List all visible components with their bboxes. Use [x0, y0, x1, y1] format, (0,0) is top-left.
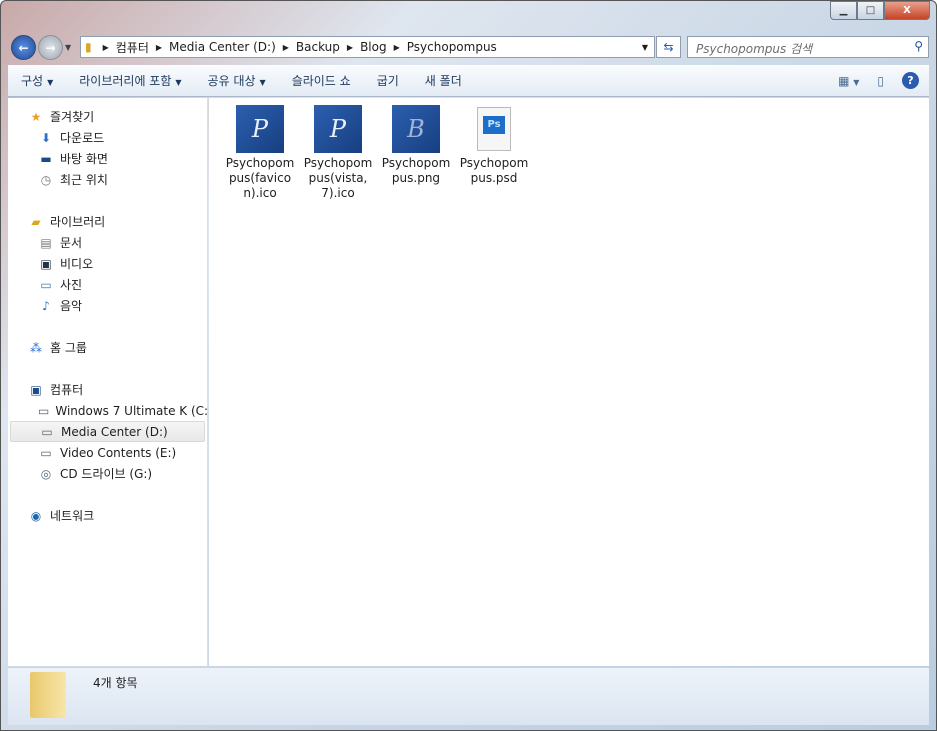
file-item[interactable]: B Psychopompus.png	[380, 105, 452, 186]
forward-button[interactable]: →	[38, 35, 63, 60]
minimize-button[interactable]: ▁	[830, 1, 857, 20]
network-icon: ◉	[30, 508, 42, 523]
star-icon: ★	[30, 109, 42, 124]
preview-pane-icon[interactable]: ▯	[877, 74, 884, 88]
photoshop-file-icon: Ps	[477, 107, 511, 151]
sidebar-item-recent[interactable]: ◷ 최근 위치	[8, 169, 207, 190]
share-with-button[interactable]: 공유 대상 ▼	[195, 72, 279, 89]
system-drive-icon: ▭	[38, 403, 50, 418]
sidebar-item-drive-c[interactable]: ▭ Windows 7 Ultimate K (C:)	[8, 400, 213, 421]
include-library-button[interactable]: 라이브러리에 포함 ▼	[66, 72, 194, 89]
refresh-icon: ⇆	[663, 40, 674, 54]
cd-drive-icon: ◎	[40, 466, 52, 481]
maximize-button[interactable]: □	[857, 1, 884, 20]
breadcrumb-current[interactable]: Psychopompus	[407, 40, 497, 54]
desktop-icon: ▬	[40, 151, 52, 166]
sidebar-item-videos[interactable]: ▣ 비디오	[8, 253, 207, 274]
drive-icon: ▭	[40, 445, 52, 460]
refresh-button[interactable]: ⇆	[656, 36, 681, 58]
file-name: Psychopompus(favicon).ico	[225, 156, 295, 200]
documents-icon: ▤	[40, 235, 52, 250]
sidebar-item-music[interactable]: ♪ 음악	[8, 295, 207, 316]
music-icon: ♪	[42, 298, 50, 313]
search-input[interactable]: Psychopompus 검색 ⚲	[687, 36, 929, 58]
back-button[interactable]: ←	[11, 35, 36, 60]
caption-buttons: ▁ □ X	[830, 1, 930, 20]
sidebar-item-documents[interactable]: ▤ 문서	[8, 232, 207, 253]
sidebar-item-drive-g[interactable]: ◎ CD 드라이브 (G:)	[8, 463, 207, 484]
breadcrumb-computer[interactable]: 컴퓨터	[116, 39, 149, 56]
downloads-icon: ⬇	[40, 130, 52, 145]
folder-icon	[30, 672, 66, 718]
homegroup-icon: ⁂	[30, 340, 42, 355]
organize-button[interactable]: 구성 ▼	[8, 72, 66, 89]
new-folder-button[interactable]: 새 폴더	[412, 72, 475, 89]
sidebar-computer[interactable]: ▣ 컴퓨터	[8, 379, 207, 400]
recent-pages-dropdown[interactable]: ▼	[65, 43, 71, 52]
sidebar-item-downloads[interactable]: ⬇ 다운로드	[8, 127, 207, 148]
slideshow-button[interactable]: 슬라이드 쇼	[279, 72, 364, 89]
image-thumbnail-icon: P	[314, 105, 362, 153]
burn-button[interactable]: 굽기	[364, 72, 412, 89]
sidebar-homegroup[interactable]: ⁂ 홈 그룹	[8, 337, 207, 358]
help-icon[interactable]: ?	[902, 72, 919, 89]
search-placeholder: Psychopompus 검색	[696, 42, 813, 56]
change-view-icon[interactable]: ▦ ▼	[838, 74, 859, 88]
sidebar-favorites[interactable]: ★ 즐겨찾기	[8, 106, 207, 127]
breadcrumb-blog[interactable]: Blog	[360, 40, 387, 54]
address-dropdown[interactable]: ▼	[642, 43, 648, 52]
explorer-window: ▁ □ X ← → ▼ ▮ ▶ 컴퓨터 ▶ Media Center (D:) ▶ B…	[0, 0, 937, 731]
navigation-pane: ★ 즐겨찾기 ⬇ 다운로드 ▬ 바탕 화면 ◷ 최근 위치 ▰ 라이브러리 ▤ 문서 ▣ 비디…	[8, 98, 213, 666]
sidebar-item-drive-e[interactable]: ▭ Video Contents (E:)	[8, 442, 207, 463]
search-icon[interactable]: ⚲	[914, 39, 923, 53]
folder-icon: ▮	[85, 40, 92, 54]
file-item[interactable]: P Psychopompus(vista,7).ico	[302, 105, 374, 201]
details-pane: 4개 항목	[8, 667, 929, 725]
file-item[interactable]: Ps Psychopompus.psd	[458, 105, 530, 186]
image-thumbnail-icon: B	[392, 105, 440, 153]
arrow-right-icon: →	[45, 40, 56, 55]
drive-icon: ▭	[41, 424, 53, 439]
image-thumbnail-icon: P	[236, 105, 284, 153]
file-item[interactable]: P Psychopompus(favicon).ico	[224, 105, 296, 201]
file-name: Psychopompus.psd	[459, 156, 529, 185]
sidebar-item-desktop[interactable]: ▬ 바탕 화면	[8, 148, 207, 169]
command-bar: 구성 ▼ 라이브러리에 포함 ▼ 공유 대상 ▼ 슬라이드 쇼 굽기 새 폴더 ▦ ▼…	[8, 65, 929, 97]
file-name: Psychopompus.png	[381, 156, 451, 185]
sidebar-network[interactable]: ◉ 네트워크	[8, 505, 207, 526]
breadcrumb-backup[interactable]: Backup	[296, 40, 340, 54]
sidebar-libraries[interactable]: ▰ 라이브러리	[8, 211, 207, 232]
breadcrumb-drive[interactable]: Media Center (D:)	[169, 40, 276, 54]
video-icon: ▣	[40, 256, 52, 271]
recent-places-icon: ◷	[40, 172, 52, 187]
pictures-icon: ▭	[40, 277, 52, 292]
sidebar-item-pictures[interactable]: ▭ 사진	[8, 274, 207, 295]
sidebar-item-drive-d[interactable]: ▭ Media Center (D:)	[10, 421, 205, 442]
close-button[interactable]: X	[884, 1, 930, 20]
library-icon: ▰	[31, 214, 41, 229]
computer-icon: ▣	[30, 382, 42, 397]
arrow-left-icon: ←	[18, 40, 29, 55]
item-count: 4개 항목	[93, 676, 138, 690]
file-list: P Psychopompus(favicon).ico P Psychopompus…	[209, 98, 929, 666]
navigation-buttons: ← → ▼	[11, 35, 71, 60]
address-bar[interactable]: ▮ ▶ 컴퓨터 ▶ Media Center (D:) ▶ Backup ▶ Blog …	[80, 36, 655, 58]
file-name: Psychopompus(vista,7).ico	[303, 156, 373, 200]
